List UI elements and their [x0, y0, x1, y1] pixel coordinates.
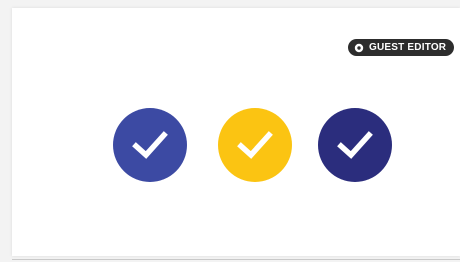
content-card: GUEST EDITOR — [12, 8, 460, 256]
check-circle-yellow — [218, 108, 292, 182]
gear-icon — [354, 43, 364, 53]
bottom-divider — [12, 259, 460, 260]
badge-label: GUEST EDITOR — [369, 42, 447, 53]
check-circle-blue — [113, 108, 187, 182]
checkmark-icon — [237, 131, 273, 159]
checkmark-icon — [337, 131, 373, 159]
guest-editor-badge: GUEST EDITOR — [348, 39, 455, 56]
check-circle-navy — [318, 108, 392, 182]
checkmark-icon — [132, 131, 168, 159]
